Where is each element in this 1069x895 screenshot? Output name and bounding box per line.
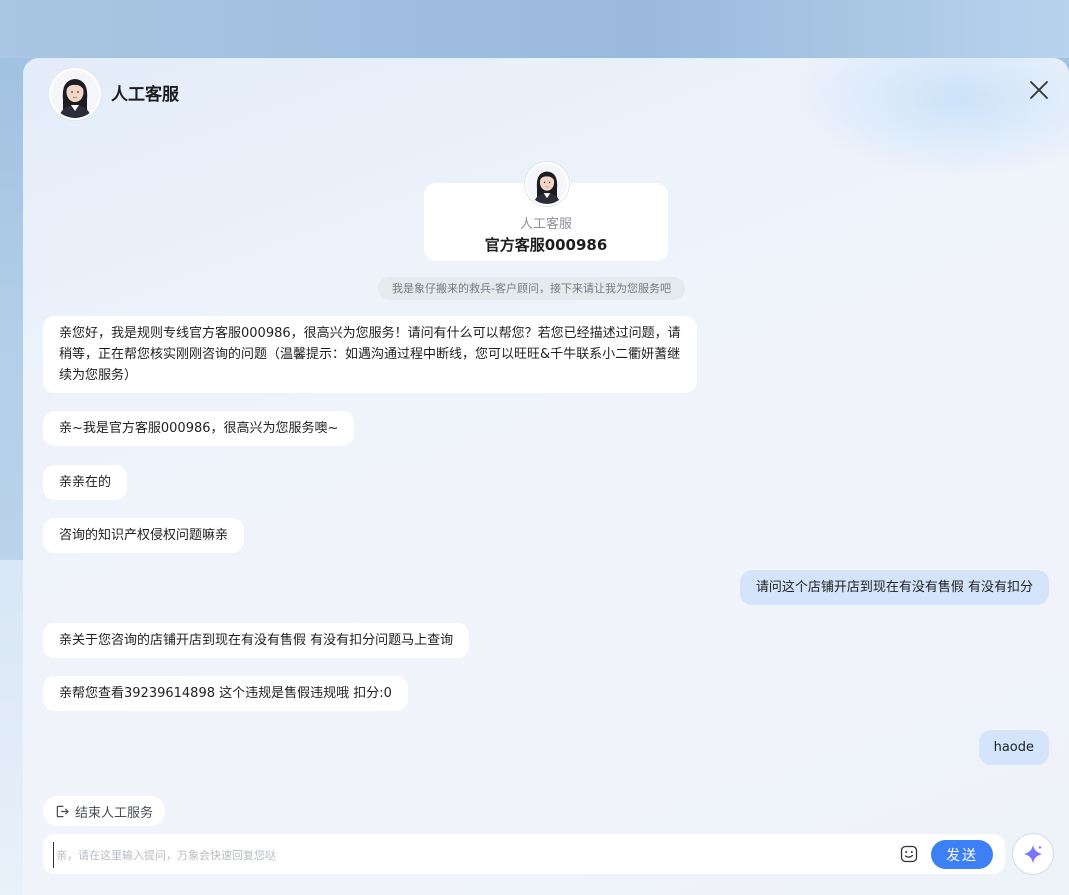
agent-info-card: 人工客服 官方客服000986 [424, 162, 668, 261]
close-button[interactable] [1027, 78, 1051, 102]
chat-window: 人工客服 人工客服 官方客服000986 我是象仔搬来的救兵-客户顾问，接下来请… [23, 58, 1069, 895]
sparkle-icon [1024, 844, 1042, 864]
backdrop [0, 0, 1069, 58]
system-notice: 我是象仔搬来的救兵-客户顾问，接下来请让我为您服务吧 [378, 277, 685, 300]
message-bubble-agent: 亲帮您查看39239614898 这个违规是售假违规哦 扣分:0 [43, 676, 408, 711]
agent-card-avatar [525, 162, 569, 206]
chat-header: 人工客服 [23, 58, 1069, 128]
logout-icon [56, 805, 69, 817]
agent-name: 官方客服000986 [484, 236, 608, 254]
message-bubble-agent: 亲关于您咨询的店铺开店到现在有没有售假 有没有扣分问题马上查询 [43, 623, 470, 658]
agent-role: 人工客服 [519, 217, 572, 232]
message-bubble-user: 请问这个店铺开店到现在有没有售假 有没有扣分 [739, 570, 1049, 605]
message-input-bar: 发送 [43, 834, 1005, 874]
ai-assistant-button[interactable] [1013, 834, 1053, 874]
message-input[interactable] [53, 842, 888, 868]
header-title: 人工客服 [111, 85, 179, 105]
emoji-button[interactable] [900, 845, 918, 863]
message-bubble-user: haode [978, 730, 1049, 765]
message-bubble-agent: 咨询的知识产权侵权问题嘛亲 [43, 518, 245, 553]
send-button[interactable]: 发送 [931, 840, 993, 869]
message-bubble-agent: 亲~我是官方客服000986，很高兴为您服务噢~ [43, 411, 355, 446]
end-service-button[interactable]: 结束人工服务 [43, 796, 166, 826]
agent-avatar [49, 68, 101, 120]
message-bubble-agent: 亲亲在的 [43, 465, 128, 500]
close-icon[interactable] [1027, 78, 1051, 102]
message-bubble-agent: 亲您好，我是规则专线官方客服000986，很高兴为您服务！请问有什么可以帮您？若… [43, 316, 697, 393]
end-service-label: 结束人工服务 [75, 805, 154, 821]
emoji-icon[interactable] [900, 845, 918, 863]
